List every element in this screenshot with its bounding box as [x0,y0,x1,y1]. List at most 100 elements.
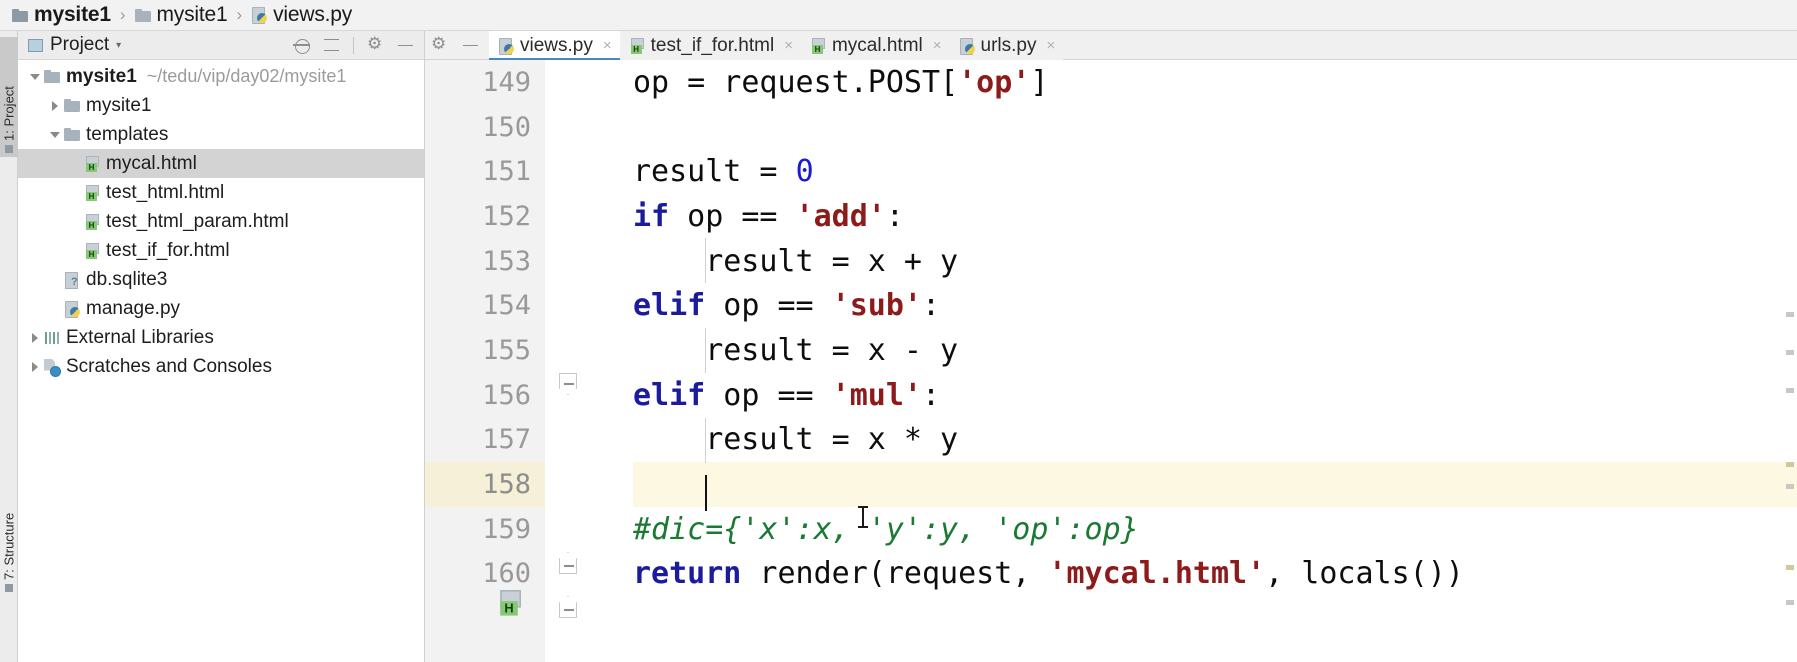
close-icon[interactable]: × [603,37,612,54]
code-text[interactable]: op = request.POST['op'] [633,60,1797,105]
editor-tab-mycal-html[interactable]: mycal.html × [800,31,950,60]
line-number[interactable]: 150 [425,105,545,150]
tool-window-button-project[interactable]: 1: Project [0,37,18,157]
tree-item-mysite1[interactable]: mysite1 ~/tedu/vip/day02/mysite1 [18,62,424,91]
tree-item-external-libraries[interactable]: External Libraries [18,323,424,352]
breadcrumb-item-package[interactable]: mysite1 [131,2,232,28]
code-line[interactable]: 160 return render(request, 'mycal.html', … [425,552,1797,597]
tool-window-label: 1: Project [1,86,17,141]
code-line[interactable]: 151 result = 0 [425,149,1797,194]
code-text[interactable]: result = 0 [633,149,1797,194]
code-text[interactable] [633,105,1797,150]
chevron-down-icon[interactable]: ▾ [116,40,121,51]
close-icon[interactable]: × [784,37,793,54]
tree-item-icon [64,271,80,289]
code-line[interactable]: 157 result = x * y [425,418,1797,463]
line-number[interactable]: 158 [425,462,545,507]
code-text[interactable]: result = x + y [633,239,1797,284]
collapse-all-icon[interactable] [323,37,340,54]
line-number[interactable]: 154 [425,283,545,328]
close-icon[interactable]: × [1046,37,1055,54]
fold-marker-expand[interactable] [559,596,577,618]
line-number[interactable]: 149 [425,60,545,105]
tree-item-test-html-html[interactable]: test_html.html [18,178,424,207]
tool-window-button-structure[interactable]: 7: Structure [0,461,18,596]
breadcrumb-item-file[interactable]: views.py [247,2,356,28]
tree-item-manage-py[interactable]: manage.py [18,294,424,323]
line-number[interactable]: 151 [425,149,545,194]
chevron-closed-icon[interactable] [48,98,64,114]
gear-icon[interactable] [367,34,384,54]
code-line[interactable]: 149 op = request.POST['op'] [425,60,1797,105]
line-number[interactable]: 153 [425,239,545,284]
code-line[interactable]: 159 #dic={'x':x, 'y':y, 'op':op} [425,507,1797,552]
code-line[interactable]: 153 result = x + y [425,239,1797,284]
code-text[interactable]: elif op == 'mul': [633,373,1797,418]
left-tool-strip: 1: Project 7: Structure [0,31,18,662]
html-file-icon [84,155,100,172]
tree-item-icon [84,242,100,259]
marker[interactable] [1786,600,1794,605]
locate-icon[interactable] [293,37,310,54]
line-number[interactable]: 156 [425,373,545,418]
hide-icon[interactable] [462,37,479,54]
code-line[interactable]: 152 if op == 'add': [425,194,1797,239]
code-editor[interactable]: 149 op = request.POST['op'] 150 151 result =… [425,60,1797,662]
tree-item-label: test_if_for.html [106,239,230,261]
tree-item-test-if-for-html[interactable]: test_if_for.html [18,236,424,265]
marker-track[interactable] [1783,60,1797,662]
scratches-icon [44,359,61,377]
marker[interactable] [1786,312,1794,317]
code-text[interactable]: result = x - y [633,328,1797,373]
editor-tab-views-py[interactable]: views.py × [489,31,620,60]
chevron-closed-icon[interactable] [28,330,44,346]
tree-item-mysite1[interactable]: mysite1 [18,91,424,120]
tree-item-label: mysite1 [86,94,152,116]
code-text[interactable]: return render(request, 'mycal.html', loc… [633,552,1797,597]
marker[interactable] [1786,484,1794,489]
code-text[interactable] [633,462,1797,507]
line-number[interactable]: 159 [425,507,545,552]
tree-item-label: Scratches and Consoles [66,355,272,377]
chevron-open-icon[interactable] [48,127,64,143]
line-number[interactable]: 157 [425,418,545,463]
indent-guide [705,328,706,373]
tree-item-scratches-and-consoles[interactable]: Scratches and Consoles [18,352,424,381]
project-panel-header: Project ▾ [18,31,424,60]
code-text[interactable]: result = x * y [633,418,1797,463]
tree-item-db-sqlite3[interactable]: db.sqlite3 [18,265,424,294]
tree-item-test-html-param-html[interactable]: test_html_param.html [18,207,424,236]
code-line[interactable]: 156 elif op == 'mul': [425,373,1797,418]
editor-tabs: views.py×test_if_for.html×mycal.html×url… [489,31,1064,60]
marker[interactable] [1786,388,1794,393]
tree-item-label: test_html.html [106,181,225,203]
breadcrumb-item-project[interactable]: mysite1 [8,2,115,28]
code-line[interactable]: 150 [425,105,1797,150]
html-file-icon [810,37,826,54]
fold-marker-collapse[interactable] [559,373,577,395]
code-text[interactable]: elif op == 'sub': [633,283,1797,328]
hide-icon[interactable] [397,37,414,54]
code-line[interactable]: 158 [425,462,1797,507]
code-line[interactable]: 154 elif op == 'sub': [425,283,1797,328]
chevron-closed-icon[interactable] [28,359,44,375]
marker[interactable] [1786,350,1794,355]
code-text[interactable]: #dic={'x':x, 'y':y, 'op':op} [633,507,1797,552]
line-number[interactable]: 155 [425,328,545,373]
chevron-open-icon[interactable] [28,69,44,85]
marker[interactable] [1786,462,1794,467]
tree-item-mycal-html[interactable]: mycal.html [18,149,424,178]
line-number[interactable]: 160 [425,552,545,597]
gear-icon[interactable] [431,34,448,54]
code-line[interactable]: 155 result = x - y [425,328,1797,373]
line-number[interactable]: 152 [425,194,545,239]
code-text[interactable]: if op == 'add': [633,194,1797,239]
editor-tab-urls-py[interactable]: urls.py × [949,31,1064,60]
close-icon[interactable]: × [933,37,942,54]
fold-marker-expand[interactable] [559,552,577,574]
editor-tab-test-if-for-html[interactable]: test_if_for.html × [619,31,801,60]
marker[interactable] [1786,565,1794,570]
tree-item-templates[interactable]: templates [18,120,424,149]
